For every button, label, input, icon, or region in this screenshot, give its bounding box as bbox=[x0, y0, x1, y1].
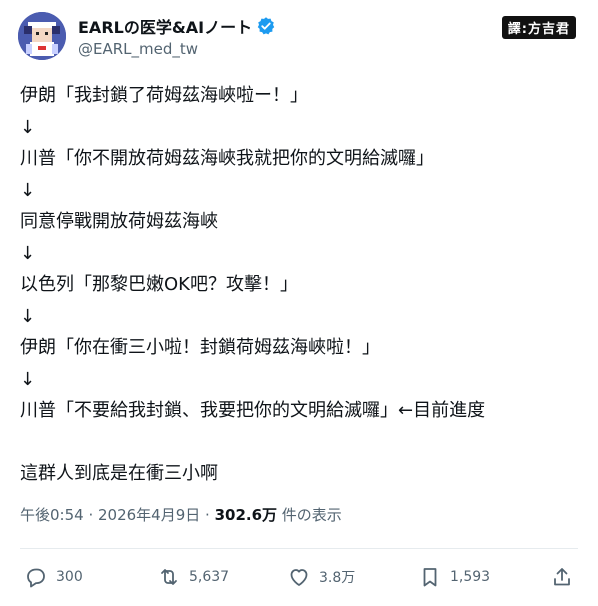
author-handle[interactable]: @EARL_med_tw bbox=[78, 40, 276, 58]
bookmark-count: 1,593 bbox=[450, 569, 491, 585]
bookmark-icon bbox=[423, 568, 437, 587]
like-count: 3.8万 bbox=[319, 570, 356, 586]
tweet-line: 這群人到底是在衝三小啊 bbox=[20, 463, 218, 484]
repost-count: 5,637 bbox=[189, 569, 230, 585]
heart-icon bbox=[290, 569, 308, 586]
tweet-line: 川普「你不開放荷姆茲海峽我就把你的文明給滅囉」 bbox=[20, 148, 434, 169]
reply-button[interactable]: 300 bbox=[24, 562, 83, 592]
tweet-line-arrow: ↓ bbox=[20, 305, 36, 327]
repost-icon bbox=[161, 569, 177, 585]
meta-separator: · bbox=[83, 506, 98, 524]
bookmark-button[interactable]: 1,593 bbox=[418, 562, 490, 592]
repost-button[interactable]: 5,637 bbox=[157, 562, 229, 592]
tweet-text: 伊朗「我封鎖了荷姆茲海峽啦ー！」 ↓ 川普「你不開放荷姆茲海峽我就把你的文明給滅… bbox=[20, 80, 580, 490]
pixel-character-avatar-icon bbox=[18, 12, 66, 60]
tweet-line: 伊朗「我封鎖了荷姆茲海峽啦ー！」 bbox=[20, 85, 308, 106]
views-label: 件の表示 bbox=[277, 506, 342, 524]
tweet-time[interactable]: 午後0:54 bbox=[20, 506, 84, 524]
tweet-date[interactable]: 2026年4月9日 bbox=[98, 506, 200, 524]
tweet-header: EARLの医学&AIノート @EARL_med_tw 譯:方吉君 bbox=[18, 12, 578, 62]
display-name[interactable]: EARLの医学&AIノート bbox=[78, 14, 252, 38]
reply-icon bbox=[27, 568, 45, 588]
author-names: EARLの医学&AIノート @EARL_med_tw bbox=[78, 15, 276, 58]
tweet-line: 川普「不要給我封鎖、我要把你的文明給滅囉」←目前進度 bbox=[20, 400, 486, 421]
views-count[interactable]: 302.6万 bbox=[215, 506, 277, 524]
share-button[interactable] bbox=[550, 562, 574, 592]
tweet-line-arrow: ↓ bbox=[20, 116, 36, 138]
tweet-line: 以色列「那黎巴嫩OK吧？攻擊！」 bbox=[20, 274, 298, 295]
translator-watermark: 譯:方吉君 bbox=[501, 16, 576, 39]
action-bar: 300 5,637 3.8万 1,593 bbox=[20, 562, 580, 592]
meta-separator: · bbox=[200, 506, 215, 524]
tweet-line: 伊朗「你在衝三小啦！封鎖荷姆茲海峽啦！」 bbox=[20, 337, 380, 358]
avatar[interactable] bbox=[18, 12, 66, 60]
verified-badge-icon bbox=[256, 16, 276, 36]
display-name-row: EARLの医学&AIノート bbox=[78, 15, 276, 37]
like-button[interactable]: 3.8万 bbox=[287, 562, 355, 592]
tweet-line-arrow: ↓ bbox=[20, 179, 36, 201]
reply-count: 300 bbox=[56, 569, 83, 585]
tweet-meta: 午後0:54 · 2026年4月9日 · 302.6万 件の表示 bbox=[20, 504, 342, 525]
tweet-line: 同意停戰開放荷姆茲海峽 bbox=[20, 211, 218, 232]
tweet-line-arrow: ↓ bbox=[20, 242, 36, 264]
share-icon bbox=[554, 568, 570, 586]
bottom-clip bbox=[0, 600, 598, 606]
divider bbox=[20, 548, 578, 549]
tweet-line-arrow: ↓ bbox=[20, 368, 36, 390]
